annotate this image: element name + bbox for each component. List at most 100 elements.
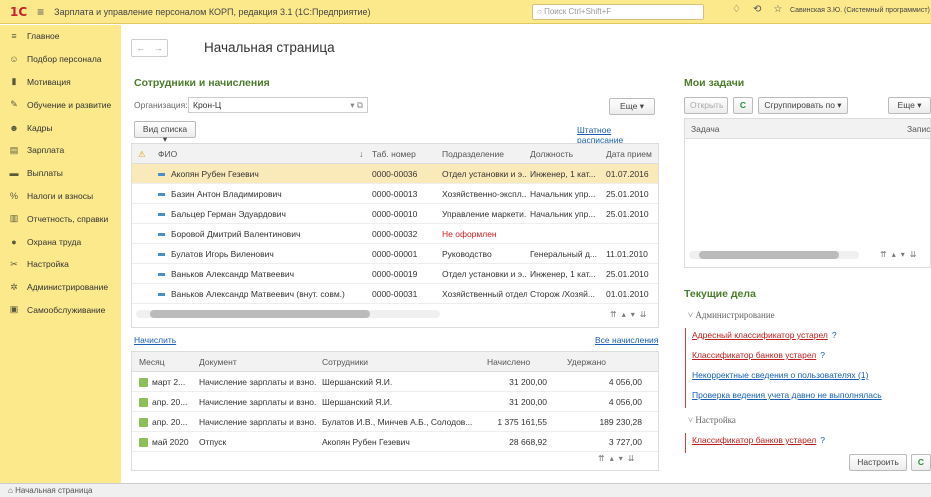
sidebar-item-label: Настройка (27, 259, 69, 270)
employee-icon (158, 253, 165, 257)
task-item: Классификатор банков устарел? (692, 350, 825, 360)
employee-icon (158, 273, 165, 277)
view-list-button[interactable]: Вид списка ▾ (134, 121, 196, 144)
group-by-button[interactable]: Сгруппировать по ▾ (758, 97, 848, 114)
col-hire-date[interactable]: Дата прием (606, 149, 652, 159)
table-row[interactable]: Ваньков Александр Матвеевич (внут. совм.… (132, 284, 658, 304)
group-header[interactable]: ˅ Администрирование (688, 310, 775, 320)
task-link[interactable]: Классификатор банков устарел (692, 350, 816, 360)
tasks-scroll-controls[interactable]: ⇈▴▾⇊ (880, 250, 921, 259)
table-row[interactable]: апр. 20... Начисление зарплаты и взно... Ш… (132, 392, 658, 412)
group-marker (685, 433, 686, 453)
education-icon: ✎ (10, 99, 18, 110)
table-row[interactable]: Боровой Дмитрий Валентинович 0000-00032 Не… (132, 224, 658, 244)
sidebar-item-11[interactable]: ✲ Администрирование (0, 276, 121, 299)
horizontal-scrollbar[interactable] (136, 310, 440, 318)
cell-dept: Руководство (442, 249, 492, 259)
cell-name: Акопян Рубен Гезевич (158, 169, 348, 179)
sidebar-item-3[interactable]: ✎ Обучение и развитие (0, 93, 121, 116)
cell-tab: 0000-00032 (372, 229, 418, 239)
all-accruals-link[interactable]: Все начисления (595, 335, 658, 345)
sidebar-item-5[interactable]: ▤ Зарплата (0, 139, 121, 162)
help-icon[interactable]: ? (820, 435, 825, 445)
document-icon (139, 378, 148, 388)
grid-scroll-controls[interactable]: ⇈▴▾⇊ (610, 310, 651, 319)
col-month[interactable]: Месяц (139, 357, 165, 367)
col-document[interactable]: Документ (199, 357, 237, 367)
col-fio[interactable]: ФИО (158, 149, 177, 159)
employees-section-title: Сотрудники и начисления (134, 77, 270, 89)
table-row[interactable]: май 2020 Отпуск Акопян Рубен Гезевич 28 668… (132, 432, 658, 452)
table-row[interactable]: Булатов Игорь Виленович 0000-00001 Руковод… (132, 244, 658, 264)
tasks-more-button[interactable]: Еще ▾ (888, 97, 931, 114)
current-user[interactable]: Савинская З.Ю. (Системный программист) (790, 7, 930, 14)
accrue-link[interactable]: Начислить (134, 335, 176, 345)
col-tab-number[interactable]: Таб. номер (372, 149, 416, 159)
table-row[interactable]: Бальцер Герман Эдуардович 0000-00010 Управ… (132, 204, 658, 224)
sidebar-item-6[interactable]: ▬ Выплаты (0, 162, 121, 185)
help-icon[interactable]: ? (832, 330, 837, 340)
history-icon[interactable]: ⟲ (753, 4, 773, 15)
back-arrow-icon[interactable]: ← (132, 40, 150, 56)
col-record[interactable]: Запис (907, 124, 930, 134)
main-panel: ← → Начальная страница Сотрудники и начи… (121, 25, 659, 483)
accruals-scroll-controls[interactable]: ⇈▴▾⇊ (598, 454, 639, 463)
toolbar-icons: ♢⟲☆ (732, 4, 794, 15)
col-employees[interactable]: Сотрудники (322, 357, 368, 367)
refresh-current-icon[interactable]: C (911, 454, 931, 471)
cell-dept: Не оформлен (442, 229, 497, 239)
task-link[interactable]: Проверка ведения учета давно не выполнял… (692, 390, 882, 400)
col-accrued[interactable]: Начислено (487, 357, 530, 367)
search-input[interactable]: ○ Поиск Ctrl+Shift+F (532, 4, 704, 20)
more-label: Еще (620, 101, 638, 111)
tasks-scrollbar-thumb[interactable] (699, 251, 839, 259)
col-deducted[interactable]: Удержано (567, 357, 606, 367)
scrollbar-thumb[interactable] (150, 310, 370, 318)
tasks-scrollbar[interactable] (689, 251, 859, 259)
cell-accr: 1 375 161,55 (497, 417, 547, 427)
col-task[interactable]: Задача (691, 124, 720, 134)
accruals-grid: Месяц Документ Сотрудники Начислено Удер… (131, 351, 659, 471)
table-row[interactable]: март 2... Начисление зарплаты и взно... Ше… (132, 372, 658, 392)
table-row[interactable]: апр. 20... Начисление зарплаты и взно... Б… (132, 412, 658, 432)
forward-arrow-icon[interactable]: → (150, 40, 168, 56)
dropdown-icon[interactable]: ▾ ⧉ (350, 100, 363, 111)
task-link[interactable]: Адресный классификатор устарел (692, 330, 828, 340)
self-service-icon: ▣ (9, 304, 19, 315)
sidebar-item-9[interactable]: ● Охрана труда (0, 230, 121, 253)
cell-doc: Начисление зарплаты и взно... (199, 397, 317, 407)
group-by-label: Сгруппировать по (764, 100, 835, 110)
sidebar-item-8[interactable]: ▥ Отчетность, справки (0, 207, 121, 230)
title-bar: 1С ≡ Зарплата и управление персоналом КО… (0, 0, 931, 24)
sidebar-item-4[interactable]: ☻ Кадры (0, 116, 121, 139)
more-button[interactable]: Еще ▾ (609, 98, 655, 115)
table-row[interactable]: Акопян Рубен Гезевич 0000-00036 Отдел уста… (132, 164, 658, 184)
sidebar-item-2[interactable]: ▮ Мотивация (0, 71, 121, 94)
task-link[interactable]: Классификатор банков устарел (692, 435, 816, 445)
refresh-icon[interactable]: C (733, 97, 753, 114)
hamburger-menu-icon[interactable]: ≡ (37, 5, 44, 19)
open-button[interactable]: Открыть (684, 97, 728, 114)
sidebar-item-7[interactable]: % Налоги и взносы (0, 185, 121, 208)
col-position[interactable]: Должность (530, 149, 573, 159)
sidebar-item-12[interactable]: ▣ Самообслуживание (0, 299, 121, 322)
home-icon[interactable]: ⌂ (8, 486, 15, 495)
help-icon[interactable]: ? (820, 350, 825, 360)
open-tab-home[interactable]: Начальная страница (15, 486, 92, 495)
cell-name: Бальцер Герман Эдуардович (158, 209, 348, 219)
bell-icon[interactable]: ♢ (732, 4, 753, 15)
table-row[interactable]: Базин Антон Владимирович 0000-00013 Хозяйс… (132, 184, 658, 204)
org-field[interactable]: Крон-Ц ▾ ⧉ (188, 97, 368, 113)
sidebar-item-label: Охрана труда (27, 236, 82, 247)
sidebar-item-1[interactable]: ☺ Подбор персонала (0, 48, 121, 71)
group-header[interactable]: ˅ Настройка (688, 415, 736, 425)
task-link[interactable]: Некорректные сведения о пользователях (1… (692, 370, 868, 380)
sidebar-item-10[interactable]: ✂ Настройка (0, 253, 121, 276)
cell-doc: Отпуск (199, 437, 227, 447)
col-department[interactable]: Подразделение (442, 149, 504, 159)
configure-button[interactable]: Настроить (849, 454, 907, 471)
staff-schedule-link[interactable]: Штатное расписание (577, 125, 659, 145)
table-row[interactable]: Ваньков Александр Матвеевич 0000-00019 Отд… (132, 264, 658, 284)
group-marker (685, 328, 686, 408)
sidebar-item-0[interactable]: ≡ Главное (0, 25, 121, 48)
